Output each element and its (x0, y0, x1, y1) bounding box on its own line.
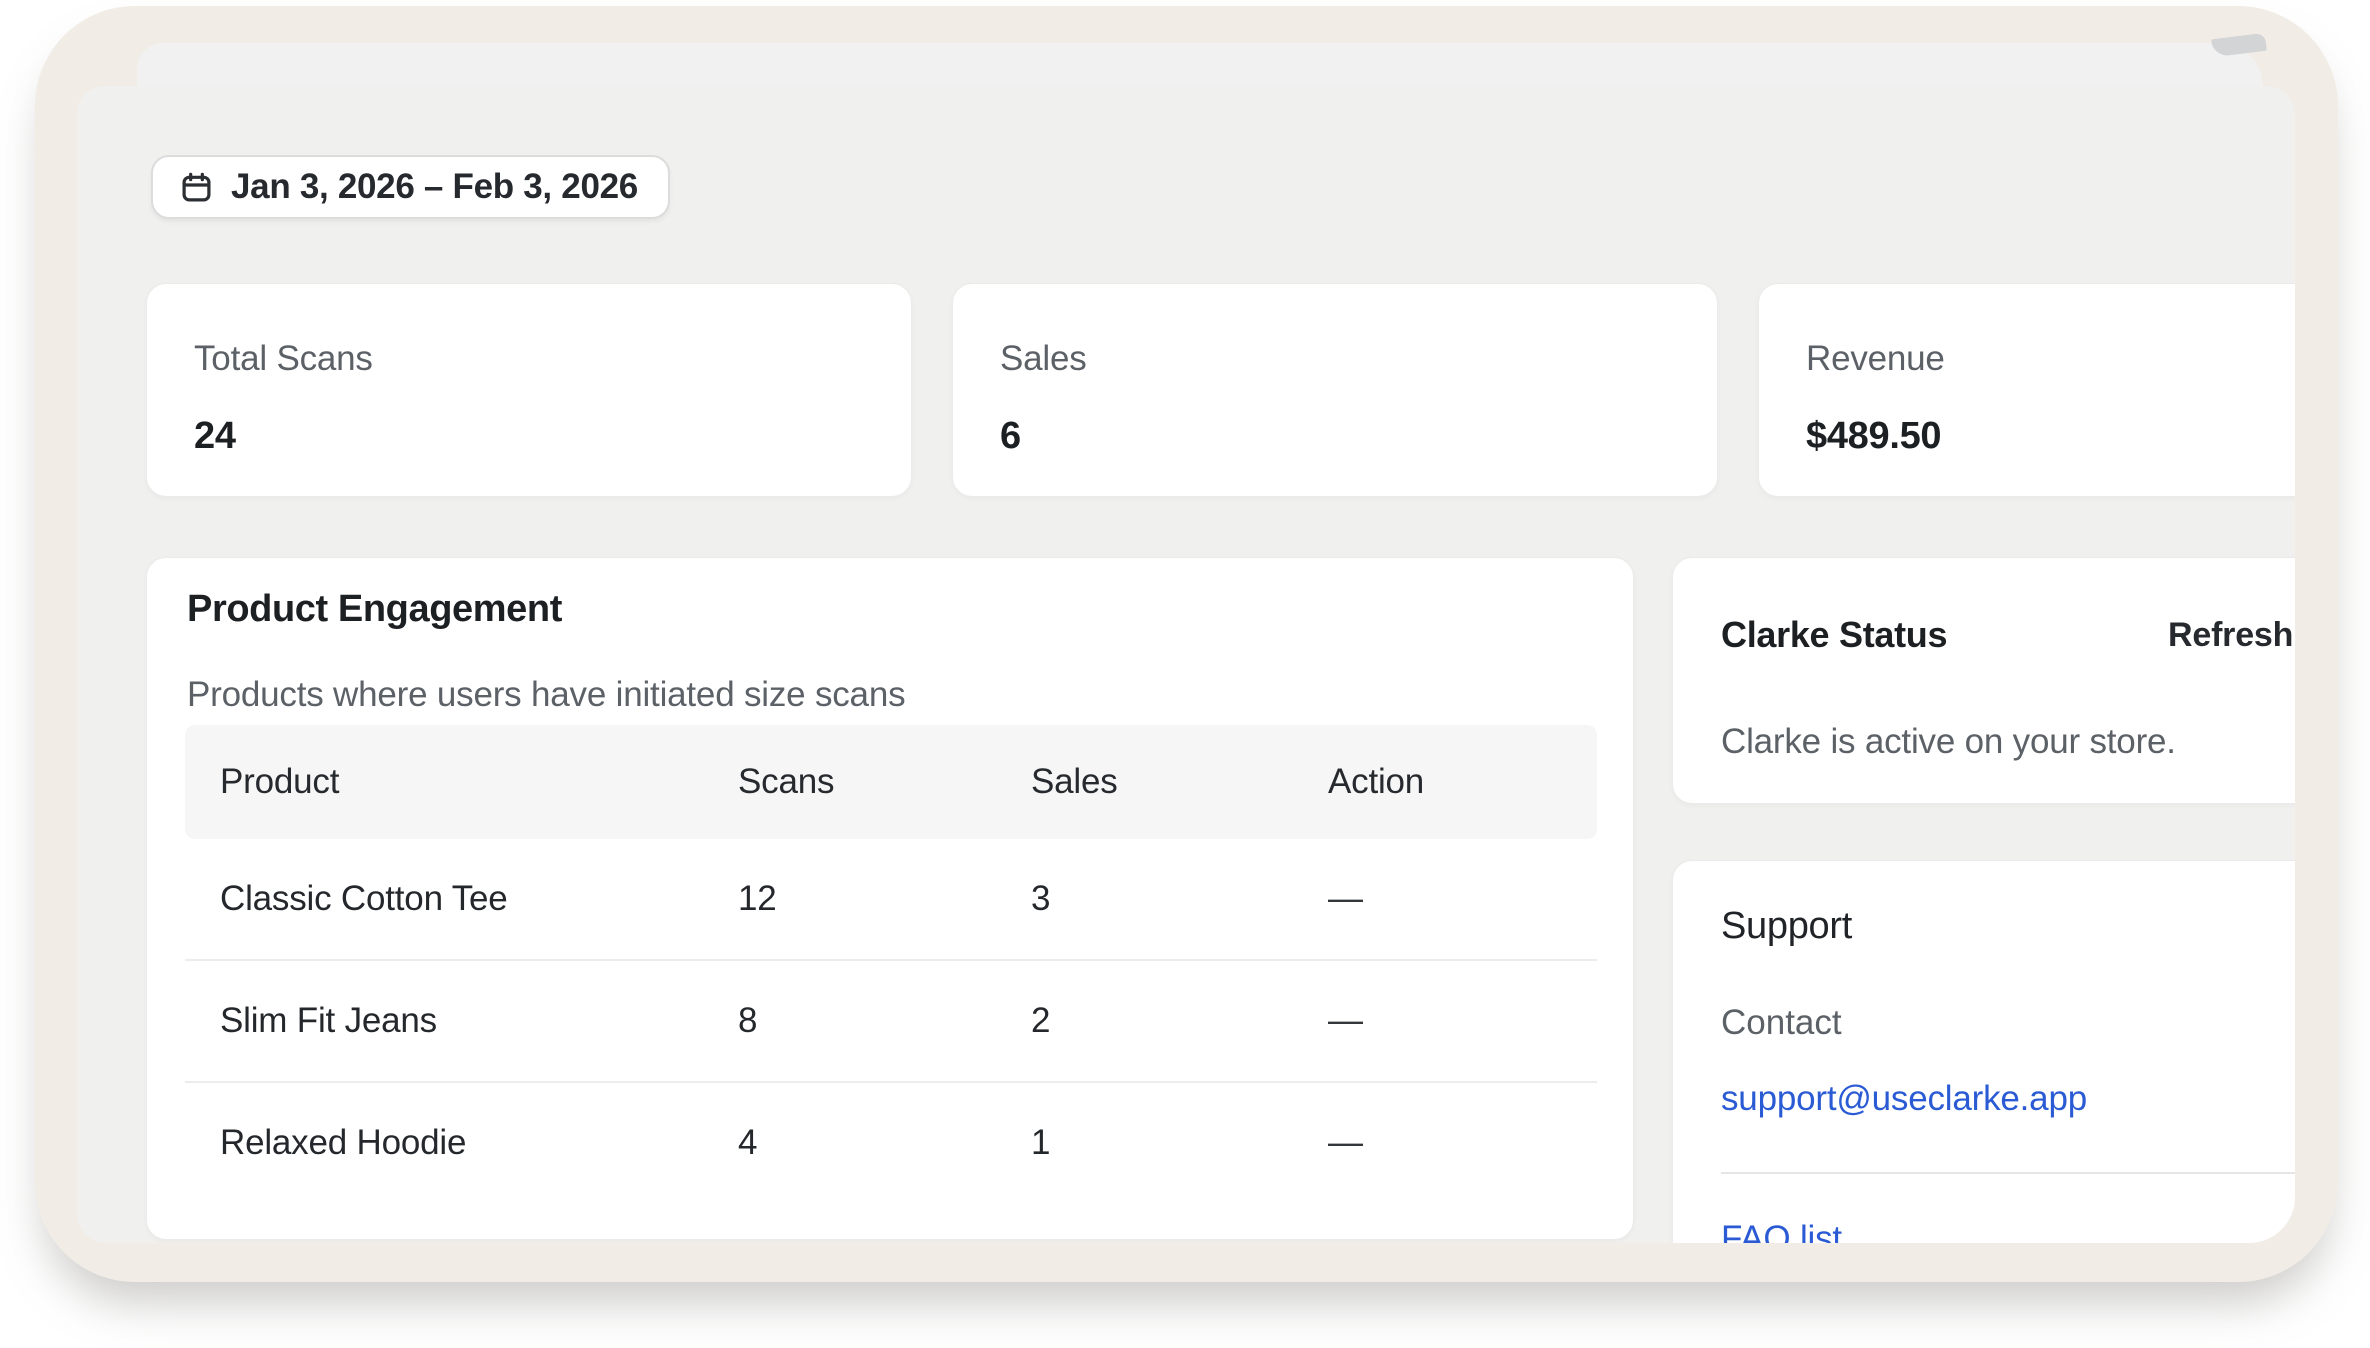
stat-label: Sales (1000, 339, 1717, 379)
stat-value: 6 (1000, 415, 1717, 458)
cell-action: — (1328, 1001, 1597, 1041)
product-engagement-card: Product Engagement Products where users … (146, 557, 1634, 1240)
cell-scans: 4 (738, 1123, 1031, 1163)
cell-sales: 2 (1031, 1001, 1328, 1041)
card-title: Clarke Status (1721, 614, 1947, 656)
date-range-button[interactable]: Jan 3, 2026 – Feb 3, 2026 (151, 155, 670, 219)
stat-card-total-scans: Total Scans 24 (146, 283, 912, 497)
stat-label: Revenue (1806, 339, 2295, 379)
card-title: Support (1721, 905, 1852, 948)
date-range-label: Jan 3, 2026 – Feb 3, 2026 (231, 167, 638, 207)
cell-product: Classic Cotton Tee (185, 879, 738, 919)
column-header-scans: Scans (738, 762, 1031, 802)
cell-action: — (1328, 1123, 1597, 1163)
column-header-sales: Sales (1031, 762, 1328, 802)
cell-sales: 3 (1031, 879, 1328, 919)
stat-card-revenue: Revenue $489.50 (1758, 283, 2295, 497)
clarke-status-card: Clarke Status Refresh Clarke is active o… (1672, 557, 2295, 804)
card-title: Product Engagement (187, 588, 562, 631)
support-email-link[interactable]: support@useclarke.app (1721, 1079, 2087, 1119)
table-header-row: Product Scans Sales Action (185, 725, 1597, 839)
support-card: Support Contact support@useclarke.app FA… (1672, 860, 2295, 1243)
faq-list-link[interactable]: FAQ list (1721, 1219, 1842, 1243)
card-subtitle: Products where users have initiated size… (187, 675, 905, 715)
cell-sales: 1 (1031, 1123, 1328, 1163)
status-message: Clarke is active on your store. (1721, 722, 2176, 762)
divider (1721, 1172, 2295, 1174)
column-header-action: Action (1328, 762, 1597, 802)
app-screen: Jan 3, 2026 – Feb 3, 2026 Total Scans 24… (77, 86, 2295, 1243)
cell-action: — (1328, 879, 1597, 919)
stat-card-sales: Sales 6 (952, 283, 1718, 497)
page: Jan 3, 2026 – Feb 3, 2026 Total Scans 24… (0, 0, 2370, 1348)
table-row: Classic Cotton Tee 12 3 — (185, 839, 1597, 959)
stat-value: $489.50 (1806, 415, 2295, 458)
contact-label: Contact (1721, 1003, 1842, 1043)
table-row: Slim Fit Jeans 8 2 — (185, 959, 1597, 1081)
cell-scans: 8 (738, 1001, 1031, 1041)
cell-scans: 12 (738, 879, 1031, 919)
table-row: Relaxed Hoodie 4 1 — (185, 1081, 1597, 1203)
calendar-icon (179, 170, 214, 205)
product-engagement-table: Product Scans Sales Action Classic Cotto… (185, 725, 1597, 1203)
cell-product: Slim Fit Jeans (185, 1001, 738, 1041)
stat-value: 24 (194, 415, 911, 458)
dashboard-content: Jan 3, 2026 – Feb 3, 2026 Total Scans 24… (146, 86, 2295, 1243)
stat-label: Total Scans (194, 339, 911, 379)
refresh-button[interactable]: Refresh (2168, 616, 2293, 655)
column-header-product: Product (185, 762, 738, 802)
cell-product: Relaxed Hoodie (185, 1123, 738, 1163)
